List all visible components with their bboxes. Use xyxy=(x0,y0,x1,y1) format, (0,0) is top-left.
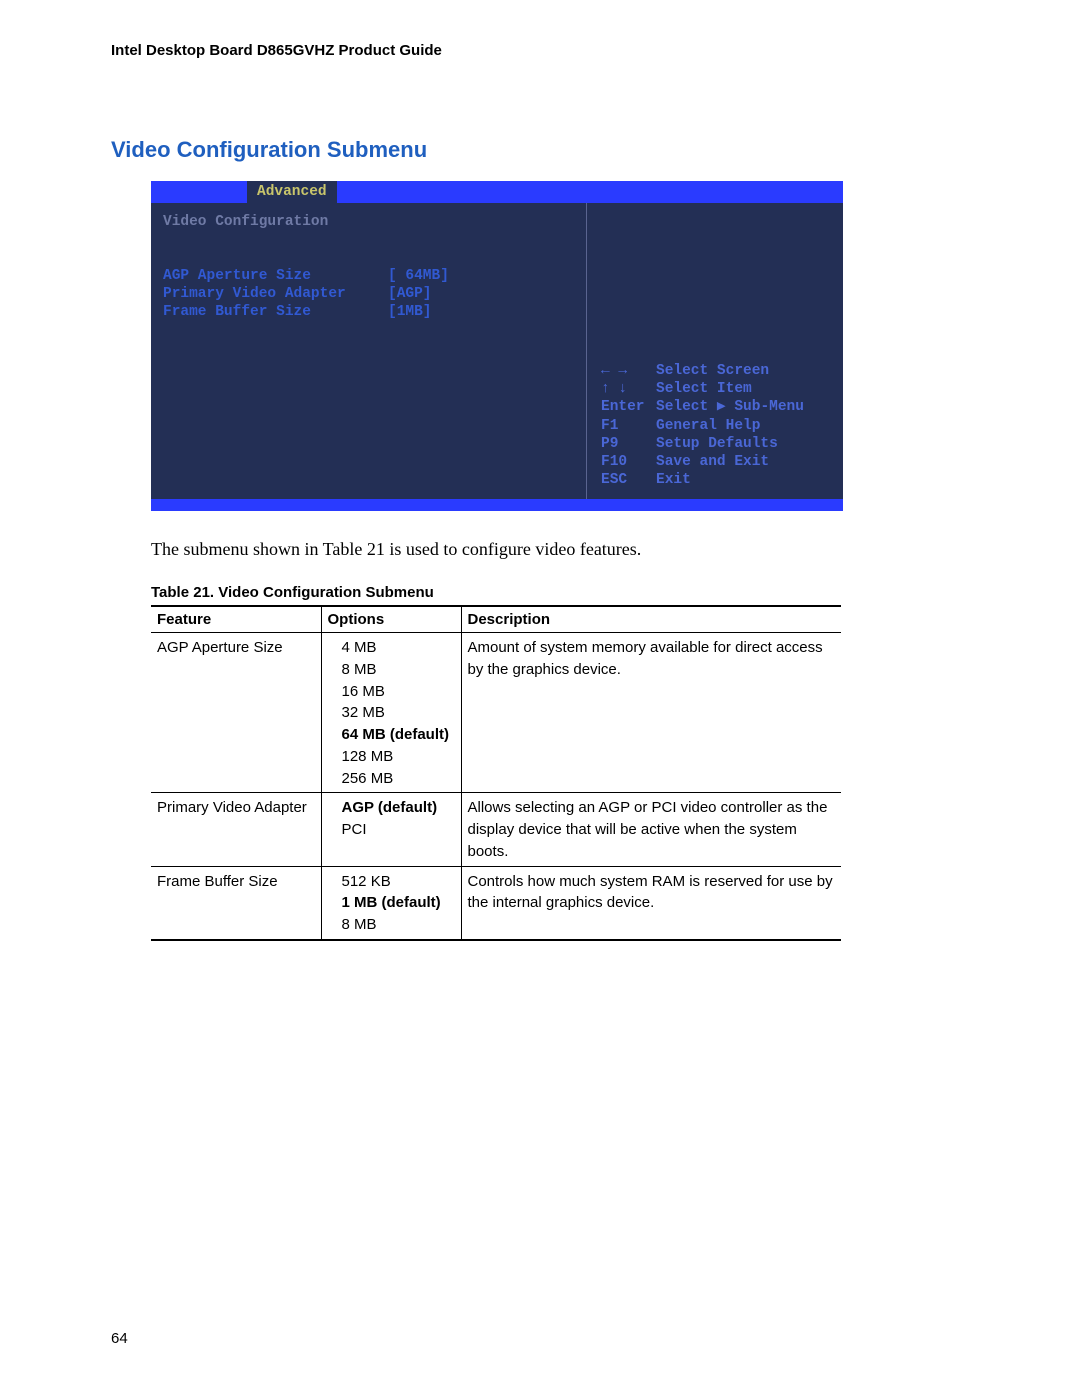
bios-help-text: Select Screen xyxy=(656,362,769,380)
cell-feature: AGP Aperture Size xyxy=(151,633,321,793)
bios-subtitle: Video Configuration xyxy=(163,213,576,231)
option-item: PCI xyxy=(342,819,455,841)
table-row: Primary Video Adapter AGP (default) PCI … xyxy=(151,793,841,866)
option-item: 256 MB xyxy=(342,768,455,790)
cell-options: AGP (default) PCI xyxy=(321,793,461,866)
bios-help-panel: ← → Select Screen ↑ ↓ Select Item Enter … xyxy=(586,203,843,499)
bios-help-row: ↑ ↓ Select Item xyxy=(601,380,833,398)
bios-help-row: Enter Select ▶ Sub-Menu xyxy=(601,398,833,416)
cell-options: 512 KB 1 MB (default) 8 MB xyxy=(321,866,461,940)
option-item-default: AGP (default) xyxy=(342,797,455,819)
section-title: Video Configuration Submenu xyxy=(111,137,969,163)
bios-bottom-bar xyxy=(151,499,843,511)
bios-setting-row: AGP Aperture Size [ 64MB] xyxy=(163,267,576,285)
bios-setting-label: Frame Buffer Size xyxy=(163,303,388,321)
option-item: 16 MB xyxy=(342,681,455,703)
bios-help-text: Select Item xyxy=(656,380,752,398)
cell-description: Controls how much system RAM is reserved… xyxy=(461,866,841,940)
bios-help-key: ESC xyxy=(601,471,656,489)
bios-help-key: P9 xyxy=(601,435,656,453)
bios-left-panel: Video Configuration AGP Aperture Size [ … xyxy=(151,203,586,499)
arrow-left-right-icon: ← → xyxy=(601,362,656,380)
option-item-default: 1 MB (default) xyxy=(342,892,455,914)
bios-help-row: F10 Save and Exit xyxy=(601,453,833,471)
bios-setting-label: AGP Aperture Size xyxy=(163,267,388,285)
feature-table: Feature Options Description AGP Aperture… xyxy=(151,605,841,941)
body-paragraph: The submenu shown in Table 21 is used to… xyxy=(151,539,969,560)
bios-help-text: Save and Exit xyxy=(656,453,769,471)
arrow-up-down-icon: ↑ ↓ xyxy=(601,380,656,398)
table-header-feature: Feature xyxy=(151,606,321,633)
table-caption: Table 21. Video Configuration Submenu xyxy=(151,584,969,601)
cell-feature: Frame Buffer Size xyxy=(151,866,321,940)
bios-help-row: ← → Select Screen xyxy=(601,362,833,380)
bios-help-row: P9 Setup Defaults xyxy=(601,435,833,453)
page-number: 64 xyxy=(111,1330,128,1347)
bios-help-key: Enter xyxy=(601,398,656,416)
table-header-description: Description xyxy=(461,606,841,633)
bios-help-key: F1 xyxy=(601,417,656,435)
bios-setting-value: [1MB] xyxy=(388,303,432,321)
bios-screenshot: Advanced Video Configuration AGP Apertur… xyxy=(151,181,843,511)
option-item: 128 MB xyxy=(342,746,455,768)
bios-help-key: F10 xyxy=(601,453,656,471)
option-item-default: 64 MB (default) xyxy=(342,724,455,746)
bios-setting-row: Frame Buffer Size [1MB] xyxy=(163,303,576,321)
table-header-options: Options xyxy=(321,606,461,633)
bios-help-row: ESC Exit xyxy=(601,471,833,489)
table-row: AGP Aperture Size 4 MB 8 MB 16 MB 32 MB … xyxy=(151,633,841,793)
cell-description: Amount of system memory available for di… xyxy=(461,633,841,793)
cell-options: 4 MB 8 MB 16 MB 32 MB 64 MB (default) 12… xyxy=(321,633,461,793)
option-item: 8 MB xyxy=(342,659,455,681)
option-item: 8 MB xyxy=(342,914,455,936)
bios-setting-value: [AGP] xyxy=(388,285,432,303)
option-item: 32 MB xyxy=(342,702,455,724)
option-item: 4 MB xyxy=(342,637,455,659)
bios-setting-label: Primary Video Adapter xyxy=(163,285,388,303)
table-row: Frame Buffer Size 512 KB 1 MB (default) … xyxy=(151,866,841,940)
document-header: Intel Desktop Board D865GVHZ Product Gui… xyxy=(111,42,969,59)
cell-feature: Primary Video Adapter xyxy=(151,793,321,866)
bios-help-row: F1 General Help xyxy=(601,417,833,435)
bios-help-text: Select ▶ Sub-Menu xyxy=(656,398,804,416)
bios-tab-advanced: Advanced xyxy=(247,181,337,203)
bios-menu-bar: Advanced xyxy=(151,181,843,203)
bios-help-text: Exit xyxy=(656,471,691,489)
cell-description: Allows selecting an AGP or PCI video con… xyxy=(461,793,841,866)
bios-help-text: General Help xyxy=(656,417,760,435)
bios-help-text: Setup Defaults xyxy=(656,435,778,453)
bios-setting-value: [ 64MB] xyxy=(388,267,449,285)
option-item: 512 KB xyxy=(342,871,455,893)
bios-setting-row: Primary Video Adapter [AGP] xyxy=(163,285,576,303)
